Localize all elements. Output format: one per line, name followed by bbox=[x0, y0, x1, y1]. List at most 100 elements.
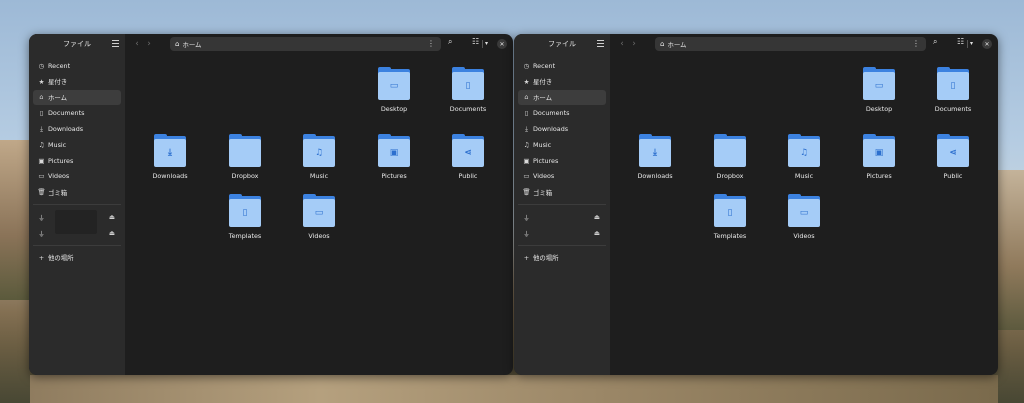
folder-label: Pictures bbox=[381, 172, 407, 180]
clock-icon: ◷ bbox=[523, 61, 530, 70]
file-manager-window-left: ファイル ◷ Recent ★ 星付き ⌂ ホーム ▯ Documents ⤓ Downl… bbox=[29, 34, 513, 375]
folder-pictures[interactable]: ▣ Pictures bbox=[369, 134, 419, 180]
folder-public[interactable]: ⋖ Public bbox=[443, 134, 493, 180]
eject-icon[interactable]: ⏏ bbox=[109, 213, 115, 221]
folder-label: Public bbox=[943, 172, 963, 180]
folder-downloads[interactable]: ⤓ Downloads bbox=[145, 134, 195, 180]
star-icon: ★ bbox=[38, 77, 45, 86]
sidebar-item-label: ホーム bbox=[533, 93, 552, 102]
folder-label: Public bbox=[458, 172, 478, 180]
list-view-icon[interactable]: ☷ bbox=[472, 37, 479, 46]
sidebar-item-music[interactable]: ♫ Music bbox=[518, 137, 606, 153]
sidebar-item-videos[interactable]: ▭ Videos bbox=[33, 169, 121, 185]
hamburger-menu-icon[interactable] bbox=[112, 40, 119, 47]
content-area: ‹ › ⌂ ホーム ⋮ ⌕ ☷ ▾ ✕ ▭ Desktop ▯ Document… bbox=[610, 34, 998, 375]
plus-icon: + bbox=[523, 253, 530, 262]
sidebar-divider bbox=[518, 244, 606, 246]
sidebar-item-downloads[interactable]: ⤓ Downloads bbox=[518, 121, 606, 137]
sidebar-item-documents[interactable]: ▯ Documents bbox=[33, 105, 121, 121]
folder-icon: ▯ bbox=[452, 67, 484, 100]
folder-icon: ▭ bbox=[863, 67, 895, 100]
sidebar-item-trash[interactable]: 🗑 ゴミ箱 bbox=[518, 184, 606, 200]
picture-emblem-icon: ▣ bbox=[863, 139, 895, 167]
sidebar-drive-2[interactable]: ⏚ ⏏ bbox=[33, 225, 121, 241]
video-icon: ▭ bbox=[523, 172, 530, 181]
folder-dropbox[interactable]: Dropbox bbox=[705, 134, 755, 180]
wallpaper-town-right bbox=[998, 170, 1024, 330]
folder-public[interactable]: ⋖ Public bbox=[928, 134, 978, 180]
folder-pictures[interactable]: ▣ Pictures bbox=[854, 134, 904, 180]
home-icon: ⌂ bbox=[39, 93, 44, 102]
folder-label: Desktop bbox=[380, 105, 408, 113]
sidebar-item-other-locations[interactable]: + 他の場所 bbox=[33, 250, 121, 266]
sidebar-item-downloads[interactable]: ⤓ Downloads bbox=[33, 121, 121, 137]
folder-desktop[interactable]: ▭ Desktop bbox=[369, 67, 419, 113]
sidebar-item-starred[interactable]: ★ 星付き bbox=[33, 74, 121, 90]
sidebar-item-label: Pictures bbox=[48, 156, 74, 165]
sidebar-item-starred[interactable]: ★ 星付き bbox=[518, 74, 606, 90]
forward-arrow-icon[interactable]: › bbox=[628, 39, 640, 49]
folder-desktop[interactable]: ▭ Desktop bbox=[854, 67, 904, 113]
folder-videos[interactable]: ▭ Videos bbox=[779, 194, 829, 240]
sidebar-drive-1[interactable]: ⏚ ⏏ bbox=[518, 209, 606, 225]
path-bar[interactable]: ⌂ ホーム ⋮ bbox=[170, 37, 441, 51]
chevron-down-icon[interactable]: ▾ bbox=[970, 40, 973, 47]
video-emblem-icon: ▭ bbox=[303, 199, 335, 227]
sidebar-item-pictures[interactable]: ▣ Pictures bbox=[518, 153, 606, 169]
search-icon[interactable]: ⌕ bbox=[448, 37, 452, 47]
forward-arrow-icon[interactable]: › bbox=[143, 39, 155, 49]
folder-documents[interactable]: ▯ Documents bbox=[928, 67, 978, 113]
path-bar[interactable]: ⌂ ホーム ⋮ bbox=[655, 37, 926, 51]
folder-label: Desktop bbox=[865, 105, 893, 113]
sidebar-drive-2[interactable]: ⏚ ⏏ bbox=[518, 225, 606, 241]
more-options-icon[interactable]: ⋮ bbox=[427, 39, 435, 48]
chevron-down-icon[interactable]: ▾ bbox=[485, 40, 488, 47]
header-bar: ‹ › ⌂ ホーム ⋮ ⌕ ☷ ▾ ✕ bbox=[610, 34, 998, 54]
folder-icon: ♫ bbox=[788, 134, 820, 167]
sidebar-item-documents[interactable]: ▯ Documents bbox=[518, 105, 606, 121]
more-options-icon[interactable]: ⋮ bbox=[912, 39, 920, 48]
sidebar-divider bbox=[33, 204, 121, 206]
sidebar-item-home[interactable]: ⌂ ホーム bbox=[518, 89, 606, 106]
sidebar-drive-1[interactable]: ⏚ ⏏ bbox=[33, 209, 121, 235]
view-separator bbox=[482, 40, 483, 48]
eject-icon[interactable]: ⏏ bbox=[594, 213, 600, 221]
folder-downloads[interactable]: ⤓ Downloads bbox=[630, 134, 680, 180]
folder-music[interactable]: ♫ Music bbox=[294, 134, 344, 180]
sidebar-item-videos[interactable]: ▭ Videos bbox=[518, 169, 606, 185]
eject-icon[interactable]: ⏏ bbox=[594, 229, 600, 237]
list-view-icon[interactable]: ☷ bbox=[957, 37, 964, 46]
folder-videos[interactable]: ▭ Videos bbox=[294, 194, 344, 240]
folder-label: Templates bbox=[713, 232, 747, 240]
sidebar-item-recent[interactable]: ◷ Recent bbox=[518, 58, 606, 74]
back-arrow-icon[interactable]: ‹ bbox=[131, 39, 143, 49]
sidebar-item-pictures[interactable]: ▣ Pictures bbox=[33, 153, 121, 169]
sidebar-item-label: ゴミ箱 bbox=[533, 188, 553, 197]
search-icon[interactable]: ⌕ bbox=[933, 37, 937, 47]
download-emblem-icon: ⤓ bbox=[639, 139, 671, 167]
music-emblem-icon: ♫ bbox=[303, 139, 335, 167]
video-emblem-icon: ▭ bbox=[788, 199, 820, 227]
hamburger-menu-icon[interactable] bbox=[597, 40, 604, 47]
close-icon[interactable]: ✕ bbox=[497, 39, 507, 49]
sidebar-item-home[interactable]: ⌂ ホーム bbox=[33, 89, 121, 106]
share-emblem-icon: ⋖ bbox=[937, 139, 969, 167]
sidebar-item-trash[interactable]: 🗑 ゴミ箱 bbox=[33, 184, 121, 200]
folder-music[interactable]: ♫ Music bbox=[779, 134, 829, 180]
folder-dropbox[interactable]: Dropbox bbox=[220, 134, 270, 180]
folder-icon: ▭ bbox=[788, 194, 820, 227]
folder-icon: ⋖ bbox=[452, 134, 484, 167]
folder-templates[interactable]: ▯ Templates bbox=[705, 194, 755, 240]
eject-icon[interactable]: ⏏ bbox=[109, 229, 115, 237]
sidebar-item-music[interactable]: ♫ Music bbox=[33, 137, 121, 153]
back-arrow-icon[interactable]: ‹ bbox=[616, 39, 628, 49]
folder-icon: ▣ bbox=[863, 134, 895, 167]
folder-icon: ⋖ bbox=[937, 134, 969, 167]
close-icon[interactable]: ✕ bbox=[982, 39, 992, 49]
sidebar-divider bbox=[518, 204, 606, 206]
folder-documents[interactable]: ▯ Documents bbox=[443, 67, 493, 113]
folder-templates[interactable]: ▯ Templates bbox=[220, 194, 270, 240]
folder-label: Videos bbox=[308, 232, 330, 240]
sidebar-item-recent[interactable]: ◷ Recent bbox=[33, 58, 121, 74]
sidebar-item-other-locations[interactable]: + 他の場所 bbox=[518, 250, 606, 266]
